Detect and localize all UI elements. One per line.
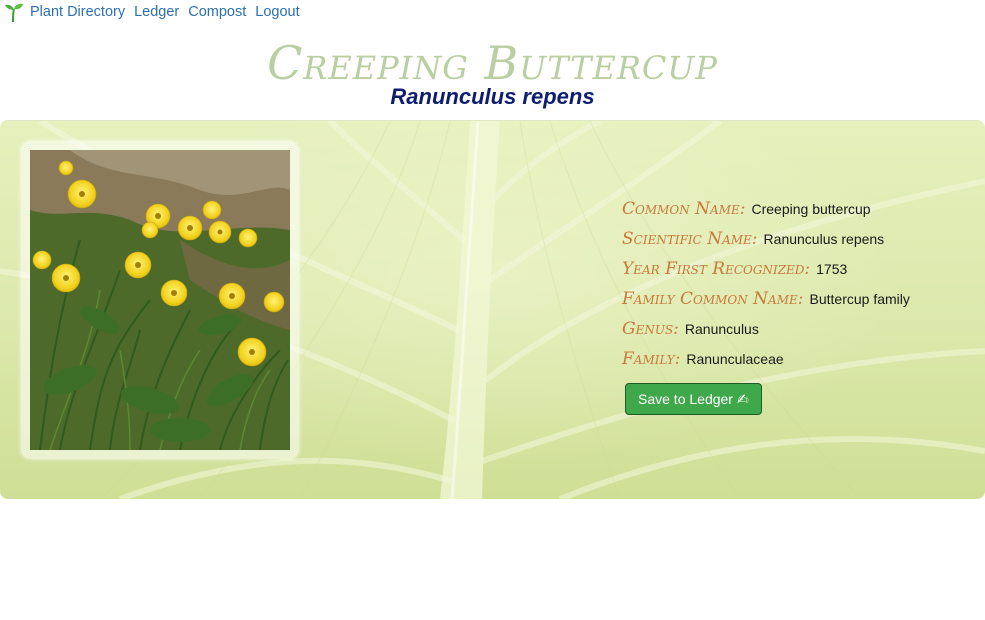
scientific-subtitle: Ranunculus repens — [390, 84, 595, 109]
nav-compost[interactable]: Compost — [188, 0, 246, 24]
nav-logout[interactable]: Logout — [255, 0, 299, 24]
detail-row-genus: Genus: Ranunculus — [622, 319, 982, 349]
detail-label: Family Common Name: — [622, 289, 804, 309]
detail-value: Ranunculus — [684, 321, 759, 337]
save-to-ledger-button[interactable]: Save to Ledger ✍ — [625, 383, 762, 415]
photo-frame — [21, 141, 299, 459]
detail-row-family-common-name: Family Common Name: Buttercup family — [622, 289, 982, 319]
detail-label: Common Name: — [622, 199, 746, 219]
top-nav: Plant Directory Ledger Compost Logout — [0, 0, 300, 24]
detail-value: Ranunculus repens — [763, 231, 885, 247]
nav-ledger[interactable]: Ledger — [134, 0, 179, 24]
sprout-icon — [5, 3, 23, 23]
detail-value: Buttercup family — [809, 291, 910, 307]
detail-row-family: Family: Ranunculaceae — [622, 349, 982, 379]
detail-label: Family: — [622, 349, 681, 369]
buttercup-photo — [30, 150, 290, 450]
detail-label: Genus: — [622, 319, 679, 339]
plant-banner: Common Name: Creeping buttercup Scientif… — [0, 120, 985, 499]
detail-label: Scientific Name: — [622, 229, 758, 249]
detail-label: Year First Recognized: — [622, 259, 811, 279]
detail-value: Creeping buttercup — [751, 201, 871, 217]
detail-row-common-name: Common Name: Creeping buttercup — [622, 199, 982, 229]
nav-plant-directory[interactable]: Plant Directory — [30, 0, 125, 24]
detail-row-year: Year First Recognized: 1753 — [622, 259, 982, 289]
save-button-label: Save to Ledger — [638, 391, 733, 407]
detail-row-scientific-name: Scientific Name: Ranunculus repens — [622, 229, 982, 259]
detail-value: Ranunculaceae — [686, 351, 784, 367]
detail-value: 1753 — [816, 261, 848, 277]
writing-hand-icon: ✍ — [736, 390, 749, 407]
plant-details: Common Name: Creeping buttercup Scientif… — [622, 199, 982, 415]
